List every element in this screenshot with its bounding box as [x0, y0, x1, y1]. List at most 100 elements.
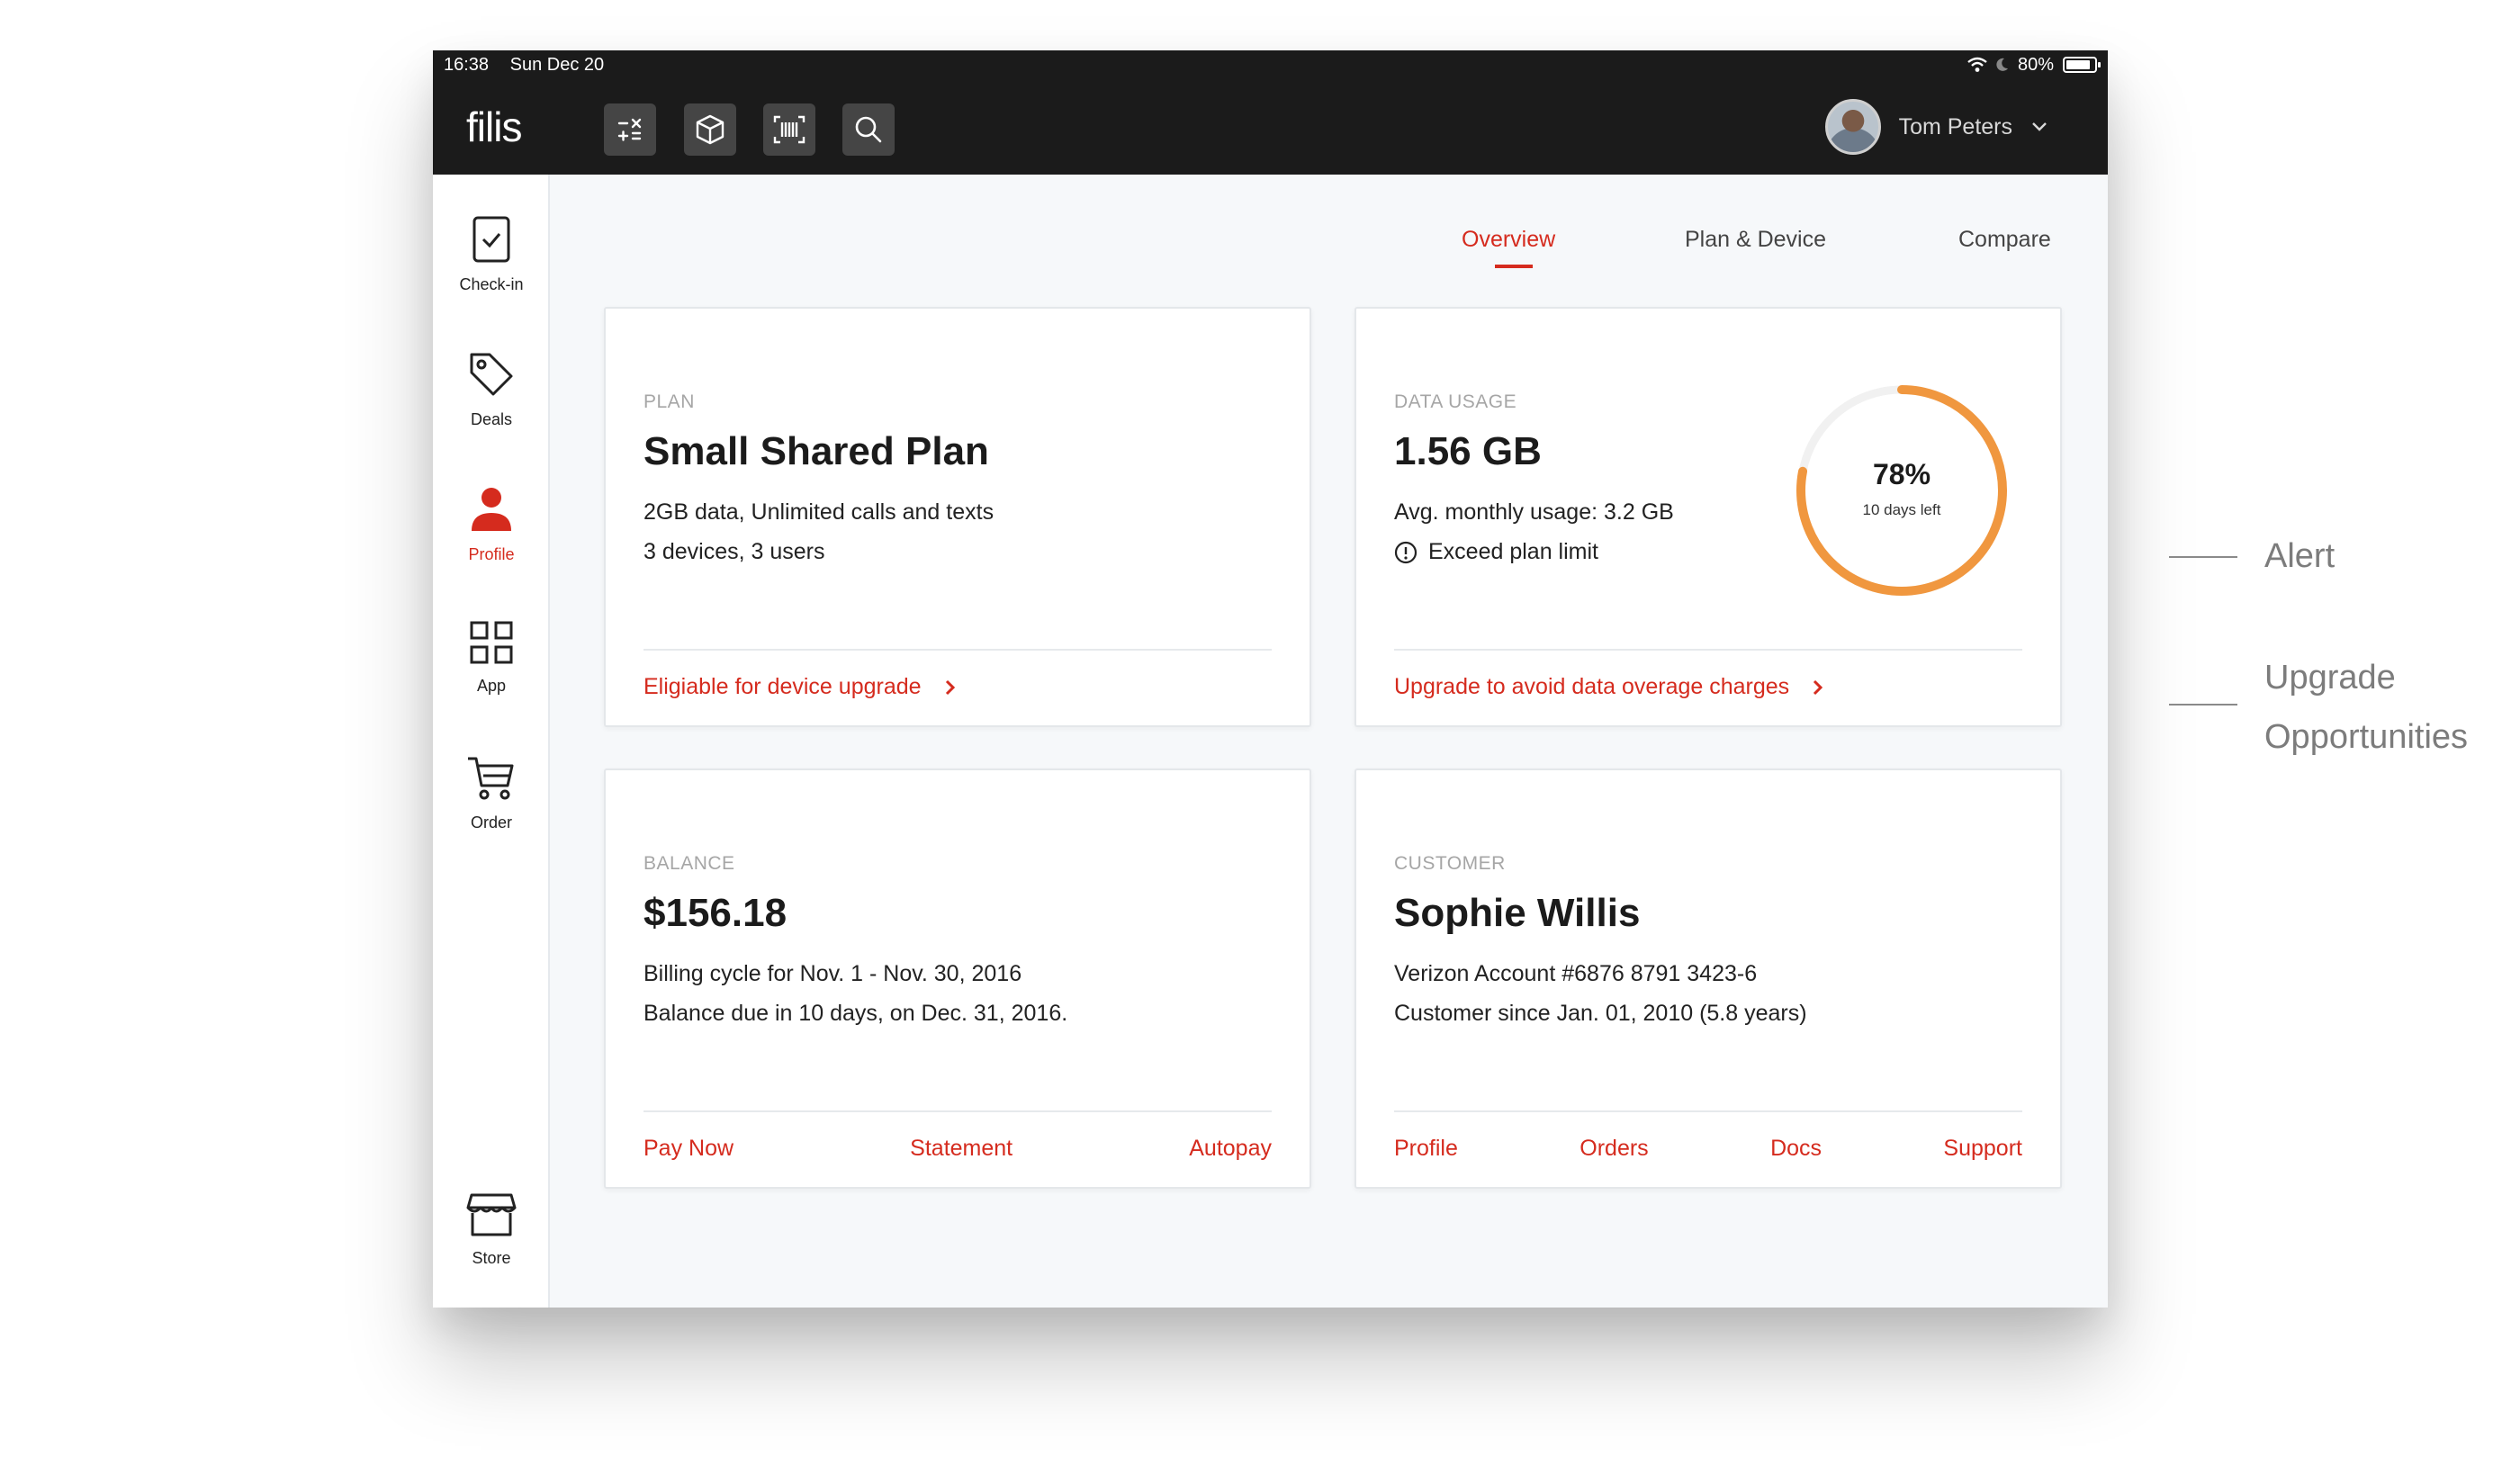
- person-icon: [472, 488, 511, 531]
- customer-docs-link[interactable]: Docs: [1770, 1136, 1822, 1162]
- data-usage-title: 1.56 GB: [1394, 429, 1542, 473]
- cart-icon: [468, 757, 514, 800]
- search-button[interactable]: [842, 103, 895, 156]
- alert-circle-icon: [1394, 541, 1418, 563]
- status-time: 16:38: [444, 54, 490, 75]
- sidebar-item-app[interactable]: App: [433, 619, 550, 696]
- plan-details: 2GB data, Unlimited calls and texts: [644, 499, 994, 525]
- sidebar-item-profile[interactable]: Profile: [433, 484, 550, 564]
- balance-amount: $156.18: [644, 891, 788, 935]
- alert-annotation-line: [2169, 556, 2237, 558]
- balance-label: BALANCE: [644, 853, 735, 874]
- user-menu[interactable]: Tom Peters: [1824, 99, 2048, 155]
- device-upgrade-link-text: Eligiable for device upgrade: [644, 674, 922, 699]
- checkin-icon: [472, 216, 510, 263]
- sidebar-item-store[interactable]: Store: [433, 1191, 550, 1268]
- upgrade-data-link-text: Upgrade to avoid data overage charges: [1394, 674, 1790, 699]
- data-usage-gauge: 78% 10 days left: [1792, 381, 2012, 600]
- search-icon: [855, 116, 882, 143]
- customer-since-text: Customer since Jan. 01, 2010 (5.8 years): [1394, 1001, 1807, 1026]
- autopay-link[interactable]: Autopay: [1189, 1136, 1272, 1162]
- pay-now-link[interactable]: Pay Now: [644, 1136, 734, 1162]
- user-name: Tom Peters: [1898, 113, 2012, 139]
- sidebar-item-label: Store: [472, 1249, 511, 1267]
- card-divider: [644, 1110, 1272, 1112]
- exceed-alert-text: Exceed plan limit: [1428, 539, 1598, 564]
- package-icon: [696, 114, 724, 145]
- card-divider: [1394, 1110, 2022, 1112]
- tab-overview[interactable]: Overview: [1462, 227, 1555, 253]
- customer-orders-link[interactable]: Orders: [1580, 1136, 1648, 1162]
- status-bar: 16:38 Sun Dec 20 80%: [433, 50, 2108, 79]
- status-date: Sun Dec 20: [509, 54, 605, 75]
- upgrade-data-link[interactable]: Upgrade to avoid data overage charges: [1394, 674, 1823, 700]
- data-usage-label: DATA USAGE: [1394, 391, 1517, 412]
- barcode-icon: [773, 115, 806, 144]
- account-number: Verizon Account #6876 8791 3423-6: [1394, 961, 1758, 986]
- balance-actions: Pay Now Statement Autopay: [644, 1136, 1272, 1162]
- store-icon: [466, 1193, 517, 1236]
- customer-card: CUSTOMER Sophie Willis Verizon Account #…: [1354, 768, 2062, 1189]
- status-left: 16:38 Sun Dec 20: [444, 55, 620, 76]
- sidebar-item-label: Order: [470, 813, 512, 831]
- tab-plan-device[interactable]: Plan & Device: [1685, 227, 1826, 253]
- grid-icon: [470, 621, 513, 664]
- customer-support-link[interactable]: Support: [1943, 1136, 2022, 1162]
- plan-card: PLAN Small Shared Plan 2GB data, Unlimit…: [604, 307, 1311, 727]
- customer-profile-link[interactable]: Profile: [1394, 1136, 1458, 1162]
- gauge-percent: 78%: [1872, 458, 1931, 490]
- upgrade-annotation-line2: Opportunities: [2264, 718, 2469, 756]
- billing-cycle: Billing cycle for Nov. 1 - Nov. 30, 2016: [644, 961, 1022, 986]
- plan-title: Small Shared Plan: [644, 429, 989, 473]
- app-logo[interactable]: filis: [466, 103, 522, 151]
- chevron-down-icon: [2032, 122, 2047, 131]
- plan-label: PLAN: [644, 391, 695, 412]
- data-usage-card: DATA USAGE 1.56 GB Avg. monthly usage: 3…: [1354, 307, 2062, 727]
- wifi-icon: [1967, 57, 1987, 72]
- card-divider: [1394, 649, 2022, 651]
- plan-devices: 3 devices, 3 users: [644, 539, 825, 565]
- customer-name: Sophie Willis: [1394, 891, 1641, 935]
- sidebar-item-label: Profile: [468, 545, 515, 563]
- chevron-right-icon: [1814, 679, 1823, 695]
- calculator-icon: [617, 118, 642, 141]
- alert-annotation: Alert: [2264, 537, 2336, 575]
- upgrade-annotation-line: [2169, 704, 2237, 706]
- avatar: [1824, 99, 1881, 155]
- tab-compare[interactable]: Compare: [1958, 227, 2051, 253]
- sidebar-item-order[interactable]: Order: [433, 754, 550, 832]
- customer-label: CUSTOMER: [1394, 853, 1506, 874]
- sidebar: Check-in Deals Profile App Order Store: [433, 175, 550, 1308]
- sidebar-item-deals[interactable]: Deals: [433, 349, 550, 429]
- sidebar-item-label: Check-in: [459, 275, 524, 293]
- balance-due: Balance due in 10 days, on Dec. 31, 2016…: [644, 1001, 1067, 1027]
- active-tab-indicator: [1495, 265, 1533, 268]
- sidebar-item-label: Deals: [470, 410, 513, 428]
- statement-link[interactable]: Statement: [910, 1136, 1012, 1162]
- app-bar: filis Tom Peters: [433, 79, 2108, 175]
- customer-actions: Profile Orders Docs Support: [1394, 1136, 2022, 1162]
- device-upgrade-link[interactable]: Eligiable for device upgrade: [644, 674, 956, 700]
- tablet-screen: 16:38 Sun Dec 20 80% filis Tom Peters Ch…: [433, 50, 2108, 1308]
- moon-icon: [1996, 58, 2008, 71]
- battery-icon: [2063, 57, 2101, 73]
- chevron-right-icon: [945, 679, 955, 695]
- balance-due-text: Balance due in 10 days, on Dec. 31, 2016…: [644, 1001, 1068, 1026]
- sidebar-item-label: App: [476, 677, 507, 695]
- tag-icon: [470, 353, 513, 396]
- upgrade-annotation-line1: Upgrade: [2264, 659, 2396, 697]
- calculator-button[interactable]: [604, 103, 656, 156]
- exceed-alert: Exceed plan limit: [1394, 539, 1598, 565]
- customer-since: Customer since Jan. 01, 2010 (5.8 years): [1394, 1001, 1807, 1027]
- package-button[interactable]: [684, 103, 736, 156]
- barcode-button[interactable]: [763, 103, 815, 156]
- avg-monthly-usage: Avg. monthly usage: 3.2 GB: [1394, 499, 1674, 525]
- upgrade-annotation: Upgrade Opportunities: [2264, 648, 2468, 767]
- plan-devices-text: 3 devices, 3 users: [644, 539, 825, 564]
- card-divider: [644, 649, 1272, 651]
- battery-percent: 80%: [2017, 54, 2054, 75]
- balance-card: BALANCE $156.18 Billing cycle for Nov. 1…: [604, 768, 1311, 1189]
- gauge-days-left: 10 days left: [1862, 501, 1941, 518]
- sidebar-item-checkin[interactable]: Check-in: [433, 214, 550, 294]
- status-right: 80%: [1967, 54, 2101, 76]
